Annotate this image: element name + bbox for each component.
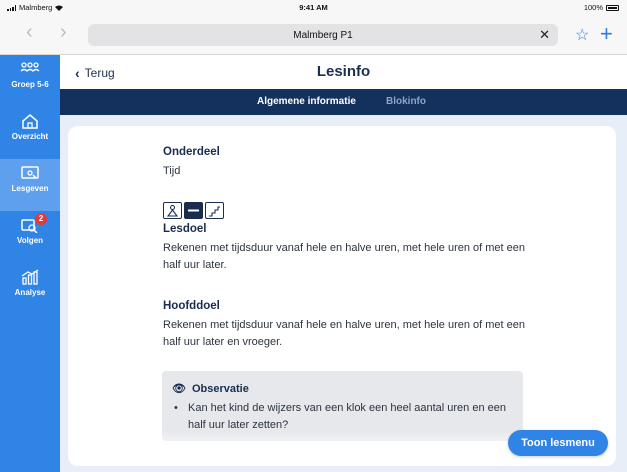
sidebar-item-overzicht[interactable]: Overzicht <box>0 107 60 159</box>
sidebar-item-analyse[interactable]: Analyse <box>0 263 60 315</box>
status-bar: Malmberg 9:41 AM 100% <box>0 0 627 15</box>
tab-bar: Algemene informatie Blokinfo <box>60 89 627 115</box>
tab-blokinfo[interactable]: Blokinfo <box>386 96 426 107</box>
page-header: ‹ Terug Lesinfo <box>60 55 627 89</box>
lesinfo-card: Onderdeel Tijd Lesdoel Rekenen met tijds… <box>68 126 616 466</box>
group-icon <box>20 62 40 72</box>
battery-info: 100% <box>584 3 619 12</box>
hoofddoel-text: Rekenen met tijdsduur vanaf hele en halv… <box>163 319 526 348</box>
home-icon <box>22 114 38 129</box>
plus-icon[interactable]: + <box>600 21 613 47</box>
hoofddoel-title: Hoofddoel <box>163 300 220 312</box>
address-bar[interactable]: Malmberg P1 ✕ <box>88 24 558 46</box>
observatie-item: Kan het kind de wijzers van een klok een… <box>172 400 512 434</box>
battery-icon <box>606 4 619 11</box>
notification-badge: 2 <box>35 213 47 225</box>
star-icon[interactable]: ☆ <box>575 25 589 45</box>
browser-back-icon[interactable]: ‹ <box>26 22 33 42</box>
toon-lesmenu-button[interactable]: Toon lesmenu <box>508 430 608 456</box>
teach-icon <box>21 166 39 179</box>
sidebar: Groep 5-6 Overzicht Lesgeven 2 Volgen An… <box>0 55 60 472</box>
stairs-icon <box>205 202 224 219</box>
eye-icon: 👁 <box>172 383 186 395</box>
browser-toolbar: ‹ › Malmberg P1 ✕ ☆ + <box>0 15 627 55</box>
observatie-header: 👁 Observatie <box>172 382 249 396</box>
address-bar-title: Malmberg P1 <box>293 29 353 41</box>
block-icon <box>184 202 203 219</box>
observatie-title: Observatie <box>191 382 249 395</box>
lesdoel-title: Lesdoel <box>163 223 207 235</box>
lesson-icons <box>163 202 224 219</box>
sidebar-item-label: Overzicht <box>11 132 49 141</box>
lesdoel-text: Rekenen met tijdsduur vanaf hele en halv… <box>163 242 526 271</box>
sidebar-item-label: Groep 5-6 <box>11 80 49 89</box>
sidebar-item-label: Volgen <box>16 236 44 245</box>
sidebar-item-label: Lesgeven <box>11 184 49 193</box>
app-root: Malmberg 9:41 AM 100% ‹ › Malmberg P1 ✕ … <box>0 0 627 472</box>
browser-forward-icon[interactable]: › <box>60 22 67 42</box>
sidebar-item-volgen[interactable]: 2 Volgen <box>0 211 60 263</box>
sidebar-item-groep[interactable]: Groep 5-6 <box>0 55 60 107</box>
tab-algemene-informatie[interactable]: Algemene informatie <box>257 96 356 107</box>
close-icon[interactable]: ✕ <box>539 27 550 43</box>
clock: 9:41 AM <box>299 3 328 12</box>
battery-percent: 100% <box>583 3 603 12</box>
onderdeel-title: Onderdeel <box>163 146 220 158</box>
onderdeel-value: Tijd <box>163 165 181 177</box>
chart-icon <box>21 269 39 285</box>
page-title: Lesinfo <box>316 63 371 80</box>
sidebar-item-label: Analyse <box>14 288 46 297</box>
teacher-icon <box>163 202 182 219</box>
sidebar-item-lesgeven[interactable]: Lesgeven <box>0 159 60 211</box>
